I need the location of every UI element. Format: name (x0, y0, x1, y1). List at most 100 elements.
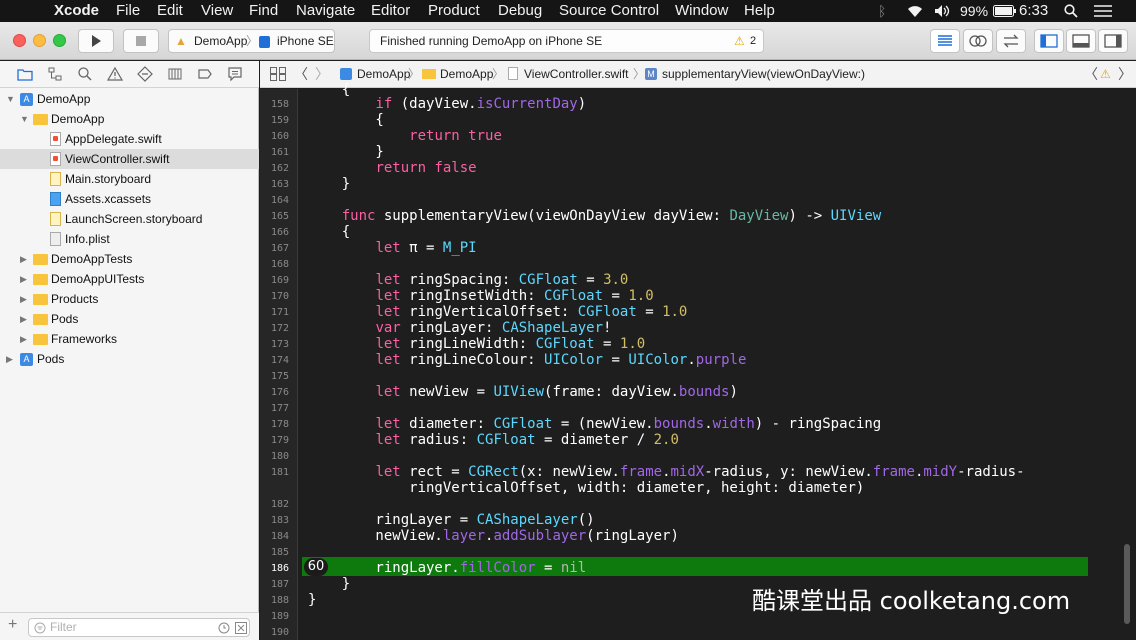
tree-item-products[interactable]: ▶ Products (0, 289, 259, 309)
zoom-window-button[interactable] (53, 34, 66, 47)
disclosure-closed-icon[interactable]: ▶ (20, 329, 30, 349)
disclosure-closed-icon[interactable]: ▶ (6, 349, 16, 369)
add-icon[interactable]: + (8, 616, 17, 634)
line-number: 186 (270, 563, 289, 574)
jumpbar-symbol[interactable]: supplementaryView(viewOnDayView:) (662, 61, 865, 87)
tree-item-project-demoapp[interactable]: ▼ A DemoApp (0, 89, 259, 109)
menu-source-control[interactable]: Source Control (559, 0, 659, 22)
search-icon[interactable] (77, 66, 93, 82)
jumpbar-project[interactable]: DemoApp (357, 61, 410, 87)
device-icon (259, 36, 270, 48)
run-button[interactable] (78, 29, 114, 53)
next-issue-icon[interactable]: 〉 (1118, 61, 1132, 87)
spotlight-icon[interactable] (1064, 0, 1078, 24)
activity-status: Finished running DemoApp on iPhone SE (380, 34, 603, 48)
clock[interactable]: 6:33 (1019, 0, 1048, 22)
editor-scrollbar[interactable] (1124, 544, 1130, 624)
scheme-selector[interactable]: ▲ DemoApp 〉 iPhone SE (168, 29, 335, 53)
jumpbar-file[interactable]: ViewController.swift (524, 61, 628, 87)
line-number: 185 (270, 547, 289, 558)
back-arrow-icon[interactable]: 〈 (294, 61, 308, 87)
bottom-panel-icon (1072, 34, 1090, 48)
disclosure-open-icon[interactable]: ▼ (20, 109, 30, 129)
line-number: 170 (270, 291, 289, 302)
menu-edit[interactable]: Edit (157, 0, 183, 22)
close-window-button[interactable] (13, 34, 26, 47)
menu-debug[interactable]: Debug (498, 0, 542, 22)
previous-issue-icon[interactable]: 〈 (1084, 61, 1098, 87)
tree-item-frameworks[interactable]: ▶ Frameworks (0, 329, 259, 349)
jumpbar-folder[interactable]: DemoApp (440, 61, 493, 87)
disclosure-closed-icon[interactable]: ▶ (20, 269, 30, 289)
code-line: let radius: CGFloat = diameter / 2.0 (375, 432, 679, 448)
tree-item-label: Pods (37, 352, 65, 366)
disclosure-open-icon[interactable]: ▼ (6, 89, 16, 109)
tree-item-label: DemoApp (37, 92, 91, 106)
toggle-navigator-button[interactable] (1034, 29, 1064, 53)
test-icon[interactable] (137, 66, 153, 82)
battery-icon[interactable] (993, 0, 1017, 23)
stop-icon (136, 36, 146, 46)
tree-item-main-storyboard[interactable]: Main.storyboard (0, 169, 259, 189)
line-number: 158 (270, 99, 289, 110)
related-items-icon[interactable] (270, 64, 286, 90)
menu-editor[interactable]: Editor (371, 0, 410, 22)
control-center-icon[interactable] (1094, 0, 1112, 24)
code-line: let rect = CGRect(x: newView.frame.midX-… (375, 464, 1025, 480)
warning-count[interactable]: 2 (750, 30, 756, 52)
tree-item-assets[interactable]: Assets.xcassets (0, 189, 259, 209)
clock-icon[interactable] (218, 622, 230, 634)
report-icon[interactable] (227, 66, 243, 82)
source-editor[interactable]: 158 159 160 161 162 163 164 165 166 167 168 169 170 1… (260, 82, 1136, 640)
line-number: 189 (270, 611, 289, 622)
tree-item-appdelegate[interactable]: AppDelegate.swift (0, 129, 259, 149)
tree-item-label: Pods (51, 312, 79, 326)
wifi-icon[interactable] (906, 0, 924, 24)
tree-item-demoapptests[interactable]: ▶ DemoAppTests (0, 249, 259, 269)
folder-tab-icon[interactable] (17, 66, 33, 82)
disclosure-closed-icon[interactable]: ▶ (20, 309, 30, 329)
tree-item-pods-folder[interactable]: ▶ Pods (0, 309, 259, 329)
menu-product[interactable]: Product (428, 0, 480, 22)
code-line: let diameter: CGFloat = (newView.bounds.… (375, 416, 882, 432)
code-line: let ringLineColour: UIColor = UIColor.pu… (375, 352, 747, 368)
tree-item-viewcontroller[interactable]: ViewController.swift (0, 149, 259, 169)
warning-icon[interactable]: ⚠ (1100, 61, 1111, 87)
warning-icon[interactable]: ⚠ (734, 30, 745, 52)
menu-window[interactable]: Window (675, 0, 728, 22)
filter-input[interactable]: Filter (28, 618, 250, 637)
disclosure-closed-icon[interactable]: ▶ (20, 249, 30, 269)
bluetooth-icon[interactable]: ᛒ (878, 0, 886, 22)
toggle-debug-area-button[interactable] (1066, 29, 1096, 53)
menu-navigate[interactable]: Navigate (296, 0, 355, 22)
assistant-editor-button[interactable] (963, 29, 993, 53)
right-panel-icon (1104, 34, 1122, 48)
scm-filter-icon[interactable] (235, 622, 247, 634)
stop-button[interactable] (123, 29, 159, 53)
menu-view[interactable]: View (201, 0, 233, 22)
symbol-tab-icon[interactable] (47, 66, 63, 82)
line-number-gutter[interactable]: 158 159 160 161 162 163 164 165 166 167 168 169 170 1… (260, 89, 298, 640)
menu-help[interactable]: Help (744, 0, 775, 22)
tree-item-label: AppDelegate.swift (65, 132, 162, 146)
tree-item-info-plist[interactable]: Info.plist (0, 229, 259, 249)
standard-editor-button[interactable] (930, 29, 960, 53)
menu-find[interactable]: Find (249, 0, 278, 22)
minimize-window-button[interactable] (33, 34, 46, 47)
menu-app-name[interactable]: Xcode (54, 0, 99, 22)
debug-icon[interactable] (167, 66, 183, 82)
disclosure-closed-icon[interactable]: ▶ (20, 289, 30, 309)
menu-file[interactable]: File (116, 0, 140, 22)
toggle-utilities-button[interactable] (1098, 29, 1128, 53)
line-number: 174 (270, 355, 289, 366)
tree-item-demoappuitests[interactable]: ▶ DemoAppUITests (0, 269, 259, 289)
issue-icon[interactable] (106, 66, 124, 82)
breakpoint-icon[interactable] (197, 66, 213, 82)
volume-icon[interactable] (934, 0, 950, 24)
version-editor-button[interactable] (996, 29, 1026, 53)
tree-item-label: DemoAppUITests (51, 272, 145, 286)
folder-icon (33, 114, 48, 125)
tree-item-launchscreen[interactable]: LaunchScreen.storyboard (0, 209, 259, 229)
tree-item-pods-project[interactable]: ▶ A Pods (0, 349, 259, 369)
tree-item-folder-demoapp[interactable]: ▼ DemoApp (0, 109, 259, 129)
